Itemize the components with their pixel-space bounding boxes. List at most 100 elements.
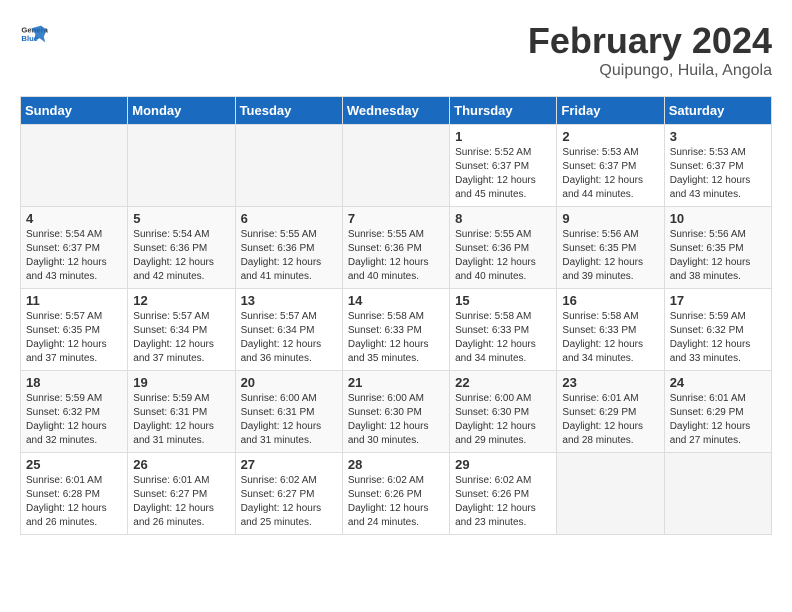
calendar-header-row: SundayMondayTuesdayWednesdayThursdayFrid… [21, 97, 772, 125]
calendar-cell [235, 125, 342, 207]
calendar-week-row: 4Sunrise: 5:54 AM Sunset: 6:37 PM Daylig… [21, 207, 772, 289]
day-number: 25 [26, 457, 122, 472]
logo-icon: General Blue [20, 20, 48, 48]
calendar-cell: 25 Sunrise: 6:01 AM Sunset: 6:28 PM Dayli… [21, 453, 128, 535]
day-info: Sunrise: 5:55 AM Sunset: 6:36 PM Dayligh… [455, 228, 551, 284]
calendar-cell [557, 453, 664, 535]
day-number: 4 [26, 211, 122, 226]
day-of-week-header: Wednesday [342, 97, 449, 125]
day-info: Sunrise: 5:57 AM Sunset: 6:34 PM Dayligh… [133, 310, 229, 366]
day-number: 23 [562, 375, 658, 390]
day-number: 20 [241, 375, 337, 390]
day-info: Sunrise: 5:59 AM Sunset: 6:32 PM Dayligh… [670, 310, 766, 366]
day-info: Sunrise: 6:00 AM Sunset: 6:30 PM Dayligh… [348, 392, 444, 448]
day-info: Sunrise: 6:01 AM Sunset: 6:27 PM Dayligh… [133, 474, 229, 530]
calendar-cell: 2 Sunrise: 5:53 AM Sunset: 6:37 PM Daylig… [557, 125, 664, 207]
calendar-week-row: 11Sunrise: 5:57 AM Sunset: 6:35 PM Dayli… [21, 289, 772, 371]
day-of-week-header: Thursday [450, 97, 557, 125]
day-number: 24 [670, 375, 766, 390]
calendar-cell: 28 Sunrise: 6:02 AM Sunset: 6:26 PM Dayli… [342, 453, 449, 535]
day-number: 11 [26, 293, 122, 308]
calendar-cell: 3 Sunrise: 5:53 AM Sunset: 6:37 PM Daylig… [664, 125, 771, 207]
calendar-cell: 13 Sunrise: 5:57 AM Sunset: 6:34 PM Dayli… [235, 289, 342, 371]
day-number: 3 [670, 129, 766, 144]
day-info: Sunrise: 6:00 AM Sunset: 6:30 PM Dayligh… [455, 392, 551, 448]
day-number: 22 [455, 375, 551, 390]
day-info: Sunrise: 5:59 AM Sunset: 6:32 PM Dayligh… [26, 392, 122, 448]
day-info: Sunrise: 5:57 AM Sunset: 6:34 PM Dayligh… [241, 310, 337, 366]
day-info: Sunrise: 5:53 AM Sunset: 6:37 PM Dayligh… [670, 146, 766, 202]
day-number: 5 [133, 211, 229, 226]
day-info: Sunrise: 6:00 AM Sunset: 6:31 PM Dayligh… [241, 392, 337, 448]
calendar-cell: 18 Sunrise: 5:59 AM Sunset: 6:32 PM Dayli… [21, 371, 128, 453]
day-info: Sunrise: 5:54 AM Sunset: 6:36 PM Dayligh… [133, 228, 229, 284]
day-info: Sunrise: 6:02 AM Sunset: 6:26 PM Dayligh… [348, 474, 444, 530]
day-of-week-header: Sunday [21, 97, 128, 125]
day-number: 26 [133, 457, 229, 472]
calendar-cell [128, 125, 235, 207]
calendar-cell: 29Sunrise: 6:02 AM Sunset: 6:26 PM Dayli… [450, 453, 557, 535]
calendar-cell [21, 125, 128, 207]
day-number: 10 [670, 211, 766, 226]
day-info: Sunrise: 6:01 AM Sunset: 6:29 PM Dayligh… [562, 392, 658, 448]
calendar-cell [342, 125, 449, 207]
calendar-cell: 11Sunrise: 5:57 AM Sunset: 6:35 PM Dayli… [21, 289, 128, 371]
day-of-week-header: Monday [128, 97, 235, 125]
calendar-cell: 27 Sunrise: 6:02 AM Sunset: 6:27 PM Dayli… [235, 453, 342, 535]
calendar-cell: 20 Sunrise: 6:00 AM Sunset: 6:31 PM Dayli… [235, 371, 342, 453]
calendar-cell: 19 Sunrise: 5:59 AM Sunset: 6:31 PM Dayli… [128, 371, 235, 453]
calendar-cell: 4Sunrise: 5:54 AM Sunset: 6:37 PM Daylig… [21, 207, 128, 289]
calendar-cell: 22 Sunrise: 6:00 AM Sunset: 6:30 PM Dayli… [450, 371, 557, 453]
location-title: Quipungo, Huila, Angola [528, 62, 772, 80]
day-number: 1 [455, 129, 551, 144]
day-number: 28 [348, 457, 444, 472]
day-number: 14 [348, 293, 444, 308]
calendar-cell: 16Sunrise: 5:58 AM Sunset: 6:33 PM Dayli… [557, 289, 664, 371]
calendar-cell: 21 Sunrise: 6:00 AM Sunset: 6:30 PM Dayli… [342, 371, 449, 453]
calendar-cell: 6Sunrise: 5:55 AM Sunset: 6:36 PM Daylig… [235, 207, 342, 289]
calendar-cell: 14 Sunrise: 5:58 AM Sunset: 6:33 PM Dayli… [342, 289, 449, 371]
day-number: 7 [348, 211, 444, 226]
day-number: 19 [133, 375, 229, 390]
day-info: Sunrise: 6:01 AM Sunset: 6:28 PM Dayligh… [26, 474, 122, 530]
day-info: Sunrise: 5:58 AM Sunset: 6:33 PM Dayligh… [348, 310, 444, 366]
day-of-week-header: Saturday [664, 97, 771, 125]
day-info: Sunrise: 6:02 AM Sunset: 6:27 PM Dayligh… [241, 474, 337, 530]
day-number: 6 [241, 211, 337, 226]
day-number: 21 [348, 375, 444, 390]
title-area: February 2024 Quipungo, Huila, Angola [528, 20, 772, 80]
calendar-cell: 17 Sunrise: 5:59 AM Sunset: 6:32 PM Dayli… [664, 289, 771, 371]
calendar-cell: 24 Sunrise: 6:01 AM Sunset: 6:29 PM Dayli… [664, 371, 771, 453]
calendar-body: 1 Sunrise: 5:52 AM Sunset: 6:37 PM Daylig… [21, 125, 772, 535]
day-number: 2 [562, 129, 658, 144]
day-info: Sunrise: 5:56 AM Sunset: 6:35 PM Dayligh… [670, 228, 766, 284]
day-number: 9 [562, 211, 658, 226]
calendar-cell: 5 Sunrise: 5:54 AM Sunset: 6:36 PM Daylig… [128, 207, 235, 289]
day-number: 15 [455, 293, 551, 308]
day-number: 13 [241, 293, 337, 308]
day-info: Sunrise: 5:56 AM Sunset: 6:35 PM Dayligh… [562, 228, 658, 284]
calendar-cell: 10 Sunrise: 5:56 AM Sunset: 6:35 PM Dayli… [664, 207, 771, 289]
calendar-cell: 1 Sunrise: 5:52 AM Sunset: 6:37 PM Daylig… [450, 125, 557, 207]
day-number: 8 [455, 211, 551, 226]
calendar-week-row: 18 Sunrise: 5:59 AM Sunset: 6:32 PM Dayli… [21, 371, 772, 453]
calendar-week-row: 1 Sunrise: 5:52 AM Sunset: 6:37 PM Daylig… [21, 125, 772, 207]
calendar-cell: 7Sunrise: 5:55 AM Sunset: 6:36 PM Daylig… [342, 207, 449, 289]
calendar-cell: 12Sunrise: 5:57 AM Sunset: 6:34 PM Dayli… [128, 289, 235, 371]
calendar-table: SundayMondayTuesdayWednesdayThursdayFrid… [20, 96, 772, 535]
calendar-cell: 8 Sunrise: 5:55 AM Sunset: 6:36 PM Daylig… [450, 207, 557, 289]
calendar-cell: 26 Sunrise: 6:01 AM Sunset: 6:27 PM Dayli… [128, 453, 235, 535]
day-info: Sunrise: 5:52 AM Sunset: 6:37 PM Dayligh… [455, 146, 551, 202]
day-info: Sunrise: 5:58 AM Sunset: 6:33 PM Dayligh… [562, 310, 658, 366]
day-info: Sunrise: 6:01 AM Sunset: 6:29 PM Dayligh… [670, 392, 766, 448]
day-number: 29 [455, 457, 551, 472]
day-number: 27 [241, 457, 337, 472]
day-info: Sunrise: 5:53 AM Sunset: 6:37 PM Dayligh… [562, 146, 658, 202]
calendar-cell: 15Sunrise: 5:58 AM Sunset: 6:33 PM Dayli… [450, 289, 557, 371]
day-number: 17 [670, 293, 766, 308]
day-of-week-header: Tuesday [235, 97, 342, 125]
day-of-week-header: Friday [557, 97, 664, 125]
day-info: Sunrise: 5:59 AM Sunset: 6:31 PM Dayligh… [133, 392, 229, 448]
calendar-cell: 23 Sunrise: 6:01 AM Sunset: 6:29 PM Dayli… [557, 371, 664, 453]
day-number: 18 [26, 375, 122, 390]
